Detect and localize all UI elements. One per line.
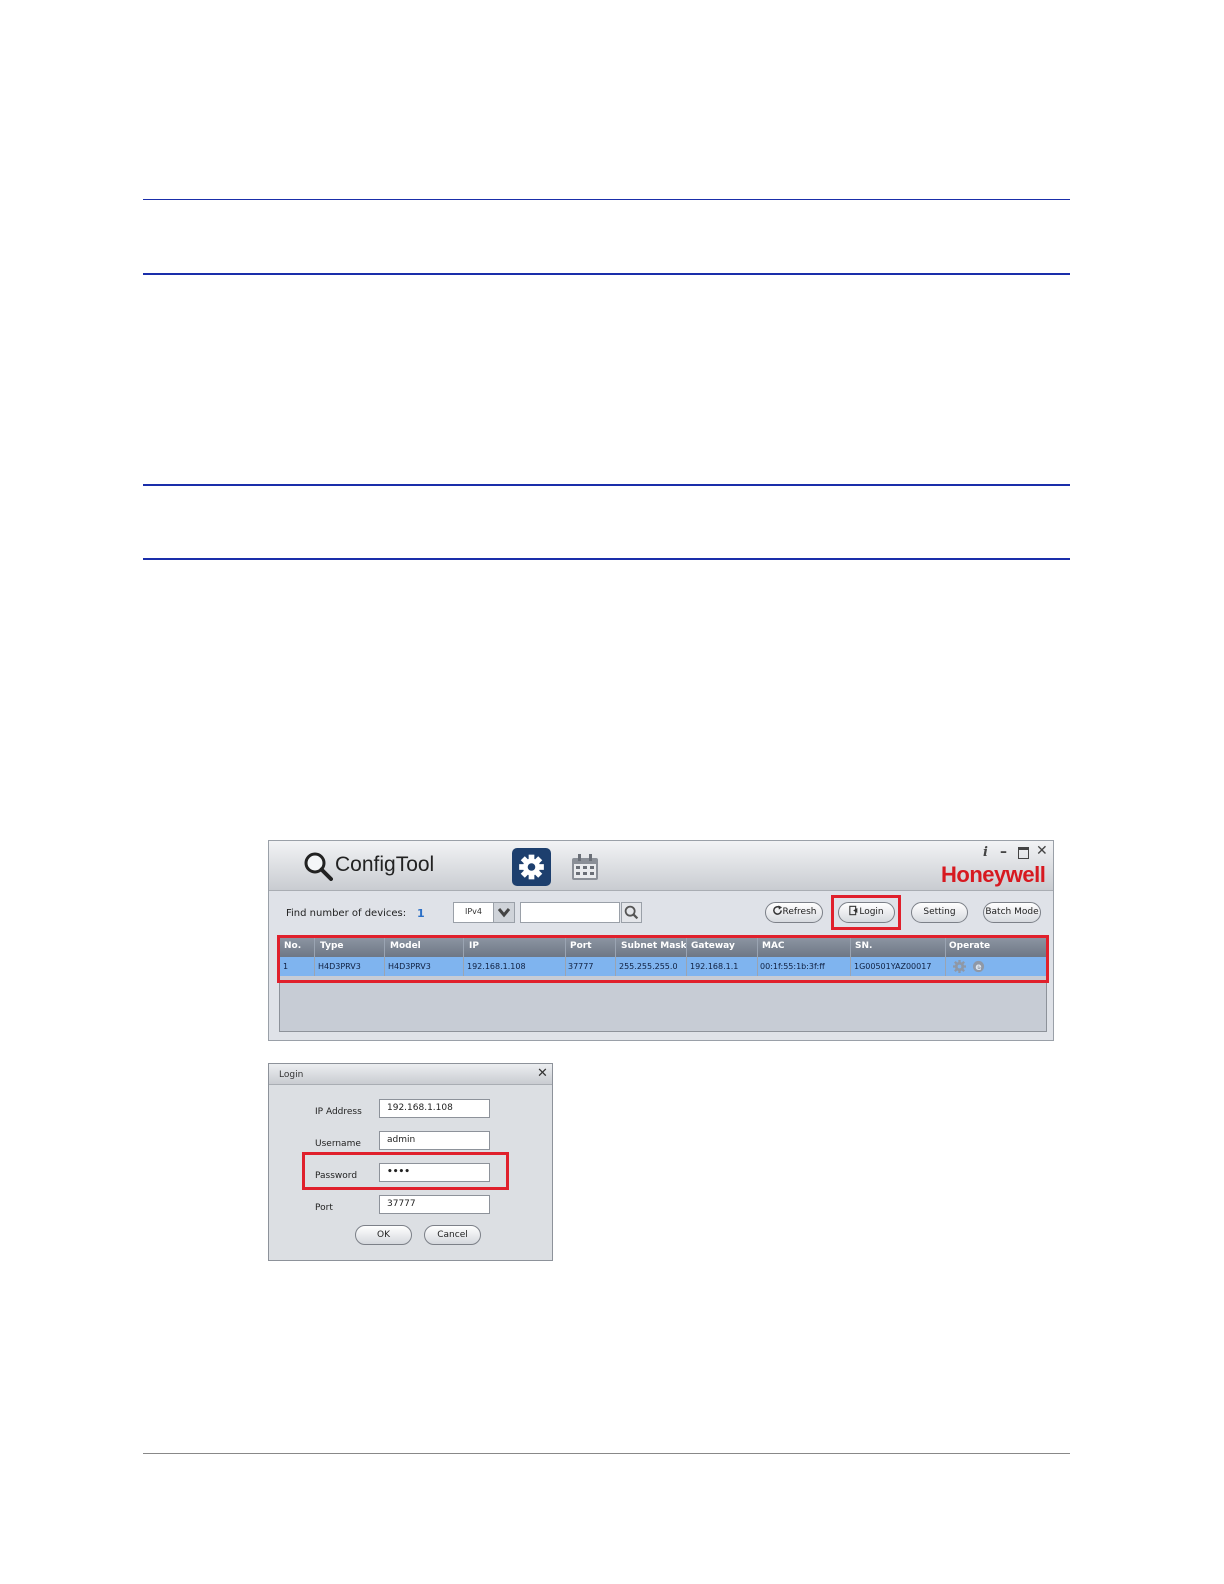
brand-logo: Honeywell	[941, 862, 1046, 887]
ok-button[interactable]: OK	[355, 1225, 412, 1245]
dialog-title: Login	[279, 1070, 304, 1080]
login-dialog: Login ✕ IP Address 192.168.1.108 Usernam…	[268, 1063, 553, 1261]
search-input[interactable]	[520, 902, 620, 923]
maximize-button[interactable]	[1018, 847, 1029, 859]
table-highlight	[277, 935, 1049, 983]
port-label: Port	[315, 1203, 333, 1213]
app-title: ConfigTool	[335, 853, 435, 876]
dialog-close-button[interactable]: ✕	[537, 1066, 548, 1081]
ip-address-label: IP Address	[315, 1107, 362, 1117]
gear-icon	[519, 854, 544, 880]
section-rule-3	[143, 484, 1070, 486]
username-label: Username	[315, 1139, 361, 1149]
refresh-button[interactable]: Refresh	[765, 902, 823, 923]
ip-address-field[interactable]: 192.168.1.108	[379, 1099, 490, 1118]
find-devices-label: Find number of devices:	[286, 908, 407, 919]
magnifier-logo-icon	[304, 852, 333, 881]
ip-version-select[interactable]: IPv4	[453, 902, 515, 923]
chevron-down-icon	[497, 908, 511, 918]
section-rule-1	[143, 199, 1070, 200]
device-count: 1	[417, 907, 425, 920]
footer-rule	[143, 1453, 1070, 1454]
section-rule-4	[143, 558, 1070, 560]
close-button[interactable]: ✕	[1036, 843, 1048, 859]
info-icon[interactable]: i	[983, 845, 988, 860]
username-field[interactable]: admin	[379, 1131, 490, 1150]
cancel-button[interactable]: Cancel	[424, 1225, 481, 1245]
setting-label: Setting	[923, 907, 956, 917]
dialog-titlebar: Login ✕	[269, 1064, 552, 1085]
login-highlight	[831, 895, 901, 930]
configtool-header: ConfigTool i – ✕ Honeywell	[269, 841, 1053, 891]
batch-mode-button[interactable]: Batch Mode	[983, 902, 1041, 923]
dropdown-arrow[interactable]	[493, 903, 514, 922]
configtool-window: ConfigTool i – ✕ Honeywell Find number o…	[268, 840, 1054, 1041]
minimize-button[interactable]: –	[1000, 844, 1007, 860]
refresh-icon	[772, 905, 782, 915]
calendar-icon[interactable]	[569, 852, 601, 884]
section-rule-2	[143, 273, 1070, 275]
password-highlight	[302, 1152, 509, 1190]
setting-button[interactable]: Setting	[911, 902, 968, 923]
device-config-tab[interactable]	[512, 848, 551, 886]
ip-version-value: IPv4	[465, 907, 483, 916]
search-icon	[624, 905, 639, 920]
search-button[interactable]	[621, 902, 642, 923]
refresh-label: Refresh	[782, 907, 817, 917]
batch-mode-label: Batch Mode	[985, 907, 1039, 917]
port-field[interactable]: 37777	[379, 1195, 490, 1214]
